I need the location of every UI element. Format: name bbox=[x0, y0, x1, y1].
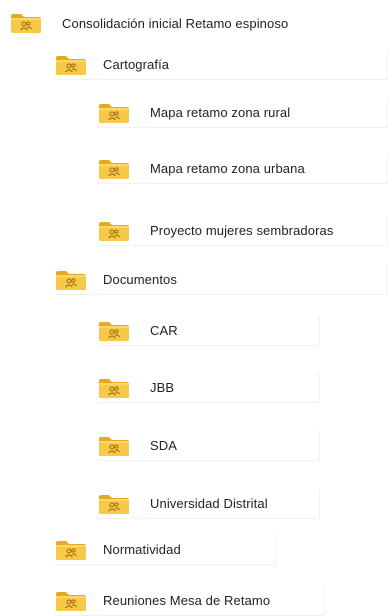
shared-folder-icon bbox=[55, 590, 87, 612]
tree-item-car[interactable]: CAR bbox=[98, 316, 320, 346]
shared-folder-icon bbox=[55, 539, 87, 561]
tree-item-label: Normatividad bbox=[103, 542, 181, 557]
tree-item-documentos[interactable]: Documentos bbox=[55, 265, 388, 295]
shared-folder-icon bbox=[55, 54, 87, 76]
tree-item-universidad-distrital[interactable]: Universidad Distrital bbox=[98, 489, 320, 519]
folder-tree: Consolidación inicial Retamo espinoso Ca… bbox=[0, 0, 388, 616]
shared-folder-icon bbox=[98, 220, 130, 242]
shared-folder-icon bbox=[55, 269, 87, 291]
tree-item-label: CAR bbox=[150, 323, 178, 338]
tree-item-label: SDA bbox=[150, 438, 178, 453]
tree-item-label: Universidad Distrital bbox=[150, 496, 268, 511]
tree-item-label: Mapa retamo zona rural bbox=[150, 105, 291, 120]
tree-item-label: JBB bbox=[150, 380, 175, 395]
tree-item-jbb[interactable]: JBB bbox=[98, 373, 320, 403]
tree-item-label: Documentos bbox=[103, 272, 177, 287]
tree-item-root[interactable]: Consolidación inicial Retamo espinoso bbox=[10, 8, 288, 38]
tree-item-mapa-rural[interactable]: Mapa retamo zona rural bbox=[98, 98, 388, 128]
tree-item-mapa-urbana[interactable]: Mapa retamo zona urbana bbox=[98, 154, 388, 184]
tree-item-label: Proyecto mujeres sembradoras bbox=[150, 223, 334, 238]
shared-folder-icon bbox=[98, 158, 130, 180]
tree-item-label: Cartografía bbox=[103, 57, 170, 72]
shared-folder-icon bbox=[98, 435, 130, 457]
tree-item-label: Consolidación inicial Retamo espinoso bbox=[62, 15, 289, 31]
tree-item-cartografia[interactable]: Cartografía bbox=[55, 50, 388, 80]
tree-item-label: Mapa retamo zona urbana bbox=[150, 161, 305, 176]
shared-folder-icon bbox=[98, 320, 130, 342]
shared-folder-icon bbox=[98, 493, 130, 515]
tree-item-normatividad[interactable]: Normatividad bbox=[55, 535, 277, 565]
shared-folder-icon bbox=[98, 377, 130, 399]
shared-folder-icon bbox=[98, 102, 130, 124]
tree-item-proyecto-mujeres[interactable]: Proyecto mujeres sembradoras bbox=[98, 216, 388, 246]
shared-folder-icon bbox=[10, 12, 42, 34]
tree-item-sda[interactable]: SDA bbox=[98, 431, 320, 461]
tree-item-label: Reuniones Mesa de Retamo bbox=[103, 593, 271, 608]
